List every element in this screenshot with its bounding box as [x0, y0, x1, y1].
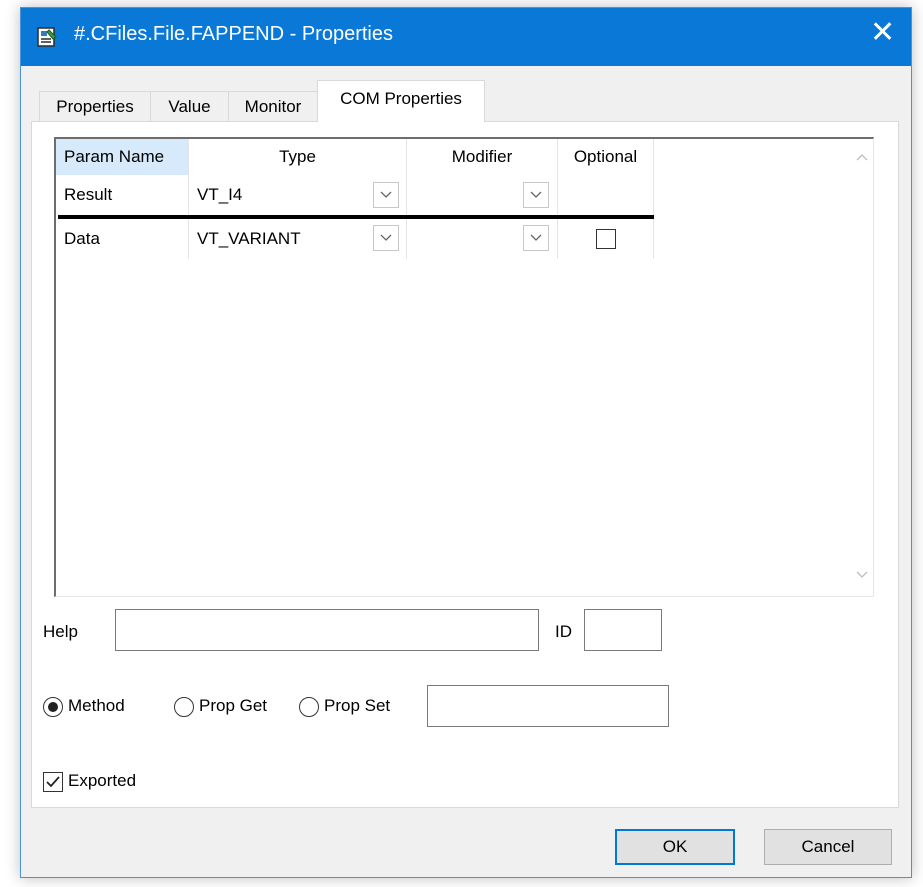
type-dropdown-button[interactable]: [373, 182, 399, 208]
tab-value[interactable]: Value: [150, 91, 229, 121]
id-label: ID: [555, 622, 572, 641]
ok-button[interactable]: OK: [615, 829, 735, 865]
help-input[interactable]: [115, 609, 539, 651]
chevron-down-icon: [380, 191, 392, 198]
properties-sheet-icon: [36, 26, 58, 48]
close-icon: ✕: [870, 16, 896, 49]
param-name-cell[interactable]: Result: [56, 175, 189, 215]
chevron-down-icon: [530, 234, 542, 241]
tab-com-properties[interactable]: COM Properties: [317, 80, 485, 122]
help-label: Help: [43, 622, 78, 641]
exported-checkbox[interactable]: [43, 772, 63, 792]
column-header-param-name[interactable]: Param Name: [56, 139, 189, 175]
prop-get-radio-label[interactable]: Prop Get: [199, 696, 267, 716]
scroll-down-icon[interactable]: [856, 571, 868, 579]
method-radio-label[interactable]: Method: [68, 696, 125, 716]
checkmark-icon: [46, 776, 60, 788]
title-bar: #.CFiles.File.FAPPEND - Properties ✕: [21, 8, 911, 66]
modifier-dropdown-button[interactable]: [523, 182, 549, 208]
properties-dialog: #.CFiles.File.FAPPEND - Properties ✕ Pro…: [20, 7, 912, 878]
scroll-up-icon[interactable]: [856, 153, 868, 161]
prop-get-radio[interactable]: [174, 697, 194, 717]
prop-set-input[interactable]: [427, 685, 669, 727]
window-title: #.CFiles.File.FAPPEND - Properties: [74, 23, 393, 45]
chevron-down-icon: [380, 234, 392, 241]
type-dropdown-button[interactable]: [373, 225, 399, 251]
exported-label[interactable]: Exported: [68, 771, 136, 791]
chevron-down-icon: [530, 191, 542, 198]
optional-cell: [558, 175, 654, 215]
tab-monitor[interactable]: Monitor: [228, 91, 318, 121]
param-name-cell[interactable]: Data: [56, 219, 189, 259]
column-header-type[interactable]: Type: [189, 139, 407, 175]
column-header-optional[interactable]: Optional: [558, 139, 654, 175]
vertical-scrollbar[interactable]: [851, 139, 873, 596]
tab-properties[interactable]: Properties: [39, 91, 151, 121]
parameter-grid: Param Name Type Modifier Optional Result…: [54, 137, 874, 597]
prop-set-radio[interactable]: [299, 697, 319, 717]
method-radio[interactable]: [43, 697, 63, 717]
column-header-modifier[interactable]: Modifier: [407, 139, 558, 175]
close-button[interactable]: ✕: [853, 8, 911, 66]
cancel-button[interactable]: Cancel: [764, 829, 892, 865]
prop-set-radio-label[interactable]: Prop Set: [324, 696, 390, 716]
optional-checkbox[interactable]: [596, 229, 616, 249]
modifier-dropdown-button[interactable]: [523, 225, 549, 251]
id-input[interactable]: [584, 609, 662, 651]
